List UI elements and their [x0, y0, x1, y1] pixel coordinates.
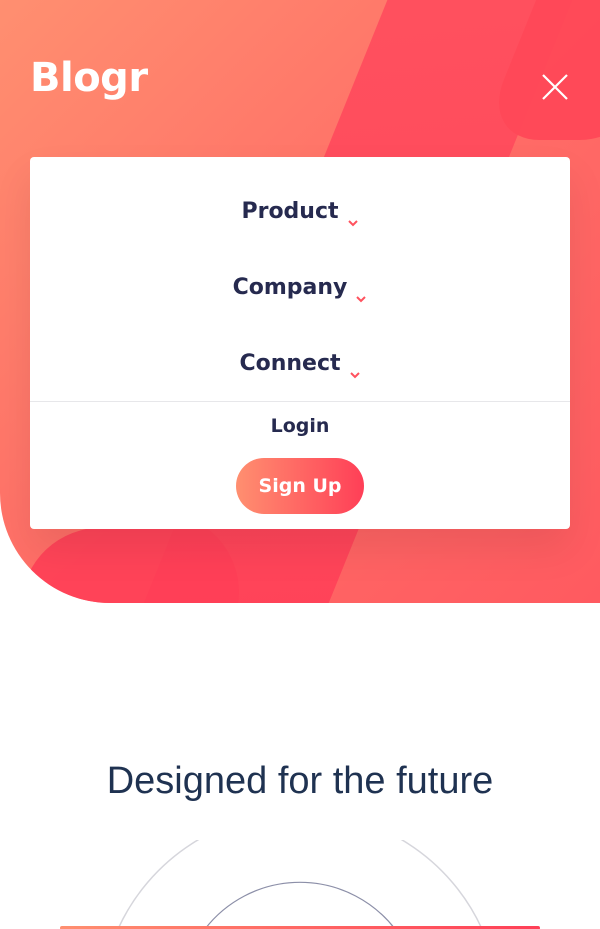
menu-item-connect[interactable]: Connect [30, 343, 570, 383]
menu-item-product[interactable]: Product [30, 191, 570, 231]
logo[interactable]: Blogr [30, 55, 148, 101]
section-title: Designed for the future [106, 760, 494, 802]
chevron-down-icon [355, 284, 367, 303]
menu-item-label: Product [241, 198, 339, 224]
close-icon[interactable] [540, 72, 570, 102]
chevron-down-icon [347, 208, 359, 227]
menu-item-label: Company [232, 274, 348, 300]
mobile-menu: Product Company Connect Login Sign Up [30, 157, 570, 529]
menu-item-label: Connect [239, 350, 341, 376]
section-illustration [0, 811, 600, 929]
menu-divider [30, 401, 570, 402]
login-link[interactable]: Login [30, 415, 570, 437]
hero-header: Blogr Product Company Connect Login Sign… [0, 0, 600, 603]
signup-button[interactable]: Sign Up [236, 458, 364, 514]
chevron-down-icon [349, 360, 361, 379]
menu-item-company[interactable]: Company [30, 267, 570, 307]
